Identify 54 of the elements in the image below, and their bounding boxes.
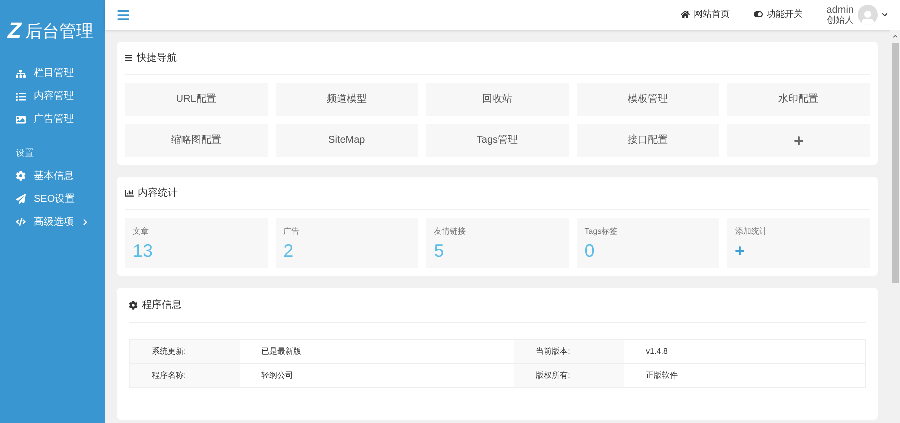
list-icon [16,92,26,102]
quick-nav-tile[interactable]: 频道模型 [276,83,418,116]
stat-value: 0 [584,242,596,260]
stat-value: 13 [133,242,154,260]
bar-chart-icon [125,188,134,198]
stat-label: 友情链接 [434,226,468,238]
logo-text: 后台管理 [25,22,94,40]
table-cell: 系统更新: [130,340,240,364]
chevron-right-icon [82,218,89,226]
toggle-icon [754,10,763,20]
stat-label: 文章 [133,226,150,238]
top-link[interactable]: 网站首页 [680,8,730,22]
quick-nav-tile[interactable]: URL配置 [125,83,268,116]
table-cell: 程序名称: [130,364,240,388]
gear-icon [16,171,26,181]
quick-nav-tile[interactable]: 回收站 [426,83,569,116]
logo-mark: Z [8,20,22,42]
stat-value: 2 [284,242,295,260]
stat-label: 添加统计 [735,226,768,238]
card-title: 程序信息 [142,298,182,312]
stat-value: 5 [434,242,446,260]
quick-nav-tile[interactable]: Tags管理 [426,124,569,157]
code-icon [16,217,26,227]
chevron-down-icon[interactable] [882,12,888,18]
plus-icon[interactable] [735,246,746,256]
table-cell: 已是最新版 [240,340,514,364]
scroll-up-icon[interactable] [892,34,898,39]
table-cell: 当前版本: [514,340,624,364]
menu-icon[interactable] [117,8,130,22]
list-icon [125,54,133,62]
quick-nav-tile[interactable]: SiteMap [276,124,418,157]
sitemap-icon [16,68,26,78]
gear-icon [129,300,138,310]
plus-icon [794,136,804,146]
table-cell: 正版软件 [624,364,866,388]
stat-label: Tags标签 [584,226,619,238]
user-role: 创始人 [826,16,854,26]
image-icon [16,114,26,124]
table-cell: 版权所有: [514,364,624,388]
top-link[interactable]: 功能开关 [754,8,803,22]
quick-nav-tile[interactable]: 水印配置 [727,83,870,116]
card-title: 内容统计 [138,186,178,200]
table-cell: v1.4.8 [624,340,866,364]
quick-nav-tile[interactable]: 接口配置 [576,124,720,157]
section-title: 设置 [15,147,35,160]
user-name: admin [826,4,854,16]
send-icon [16,194,26,204]
quick-nav-tile[interactable]: 模板管理 [576,83,720,116]
home-icon [680,10,690,20]
card-title: 快捷导航 [137,52,177,66]
stat-label: 广告 [284,226,301,238]
quick-nav-tile[interactable] [727,124,870,157]
table-cell: 轻纲公司 [240,364,514,388]
quick-nav-tile[interactable]: 缩略图配置 [125,124,268,157]
